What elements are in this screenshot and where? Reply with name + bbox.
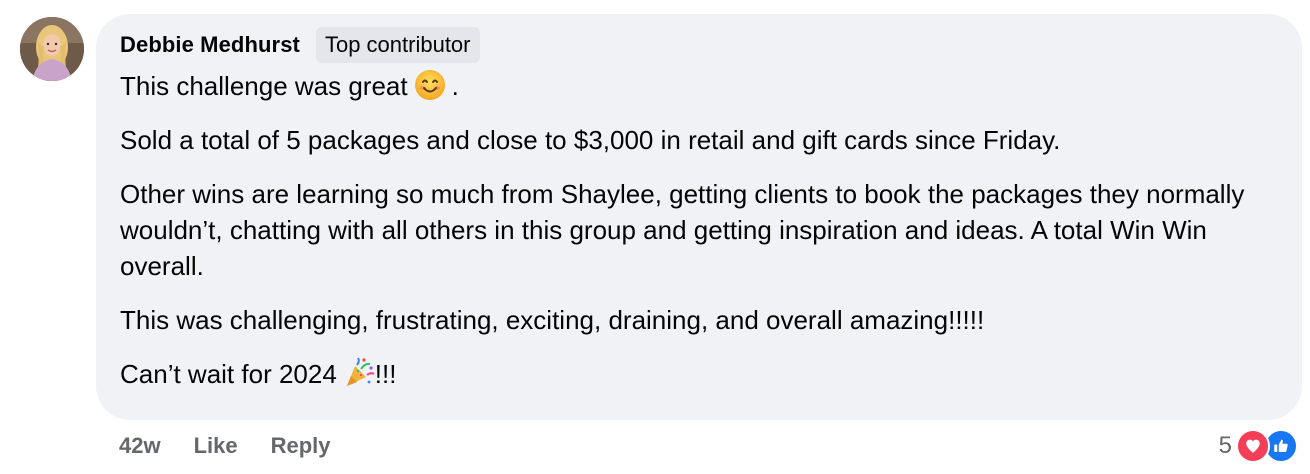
reactions-summary[interactable]: 5 <box>1219 428 1298 464</box>
comment-line-suffix: . <box>451 71 459 101</box>
comment-text: This challenge was great . Sold a total … <box>120 68 1280 410</box>
top-contributor-badge[interactable]: Top contributor <box>315 27 480 63</box>
smiling-face-emoji-icon <box>414 69 446 101</box>
party-popper-emoji-icon <box>343 357 375 389</box>
comment-line-text: Can’t wait for 2024 <box>120 359 337 389</box>
author-name[interactable]: Debbie Medhurst <box>120 32 300 58</box>
comment-line: This challenge was great . <box>120 68 1280 104</box>
comment-bubble: Debbie Medhurst Top contributor This cha… <box>96 14 1302 420</box>
comment-line: Other wins are learning so much from Sha… <box>120 179 1245 281</box>
comment-line-suffix: !!! <box>374 359 397 389</box>
reaction-count: 5 <box>1218 432 1232 459</box>
reply-button[interactable]: Reply <box>271 433 331 459</box>
comment-actions: 42w Like Reply <box>119 430 331 462</box>
comment-line: This was challenging, frustrating, excit… <box>120 305 985 335</box>
avatar[interactable] <box>20 17 84 81</box>
comment-line: Sold a total of 5 packages and close to … <box>120 125 1061 155</box>
avatar-photo-icon <box>20 17 84 81</box>
like-button[interactable]: Like <box>194 433 238 459</box>
love-reaction-icon <box>1236 429 1270 463</box>
author-row: Debbie Medhurst Top contributor <box>120 25 480 65</box>
comment-timestamp[interactable]: 42w <box>119 433 161 459</box>
comment-line: Can’t wait for 2024 !!! <box>120 356 1280 392</box>
comment-line-text: This challenge was great <box>120 71 408 101</box>
